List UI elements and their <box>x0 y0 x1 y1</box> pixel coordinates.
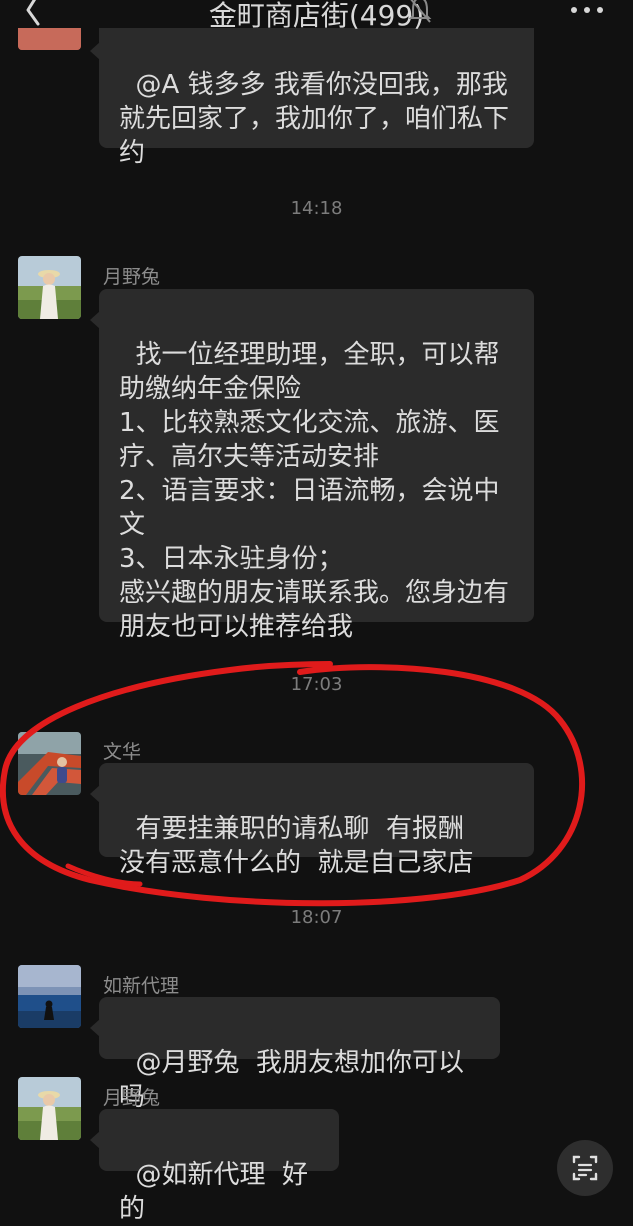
chat-header: 金町商店街(499) <box>0 0 633 32</box>
message-bubble[interactable]: @月野兔 我朋友想加你可以吗 <box>90 997 500 1112</box>
chevron-left-icon <box>26 0 40 26</box>
bell-off-icon <box>408 0 432 24</box>
message-bubble[interactable]: 有要挂兼职的请私聊 有报酬 没有恶意什么的 就是自己家店 <box>90 763 534 878</box>
message-bubble[interactable]: @如新代理 好的 <box>90 1109 339 1224</box>
back-button[interactable] <box>20 0 52 28</box>
message-text: 有要挂兼职的请私聊 有报酬 没有恶意什么的 就是自己家店 <box>119 814 498 878</box>
sender-name: 月野兔 <box>103 266 161 288</box>
timestamp: 18:07 <box>290 907 343 928</box>
message-text: @如新代理 好的 <box>119 1160 309 1224</box>
chat-title: 金町商店街(499) <box>208 0 425 32</box>
scan-text-button[interactable] <box>557 1140 613 1196</box>
message-text: @A 钱多多 我看你没回我，那我就先回家了，我加你了，咱们私下约 <box>119 70 510 168</box>
sender-name: 如新代理 <box>103 975 180 997</box>
avatar[interactable] <box>18 732 81 795</box>
more-button[interactable] <box>566 0 610 28</box>
avatar[interactable] <box>18 256 81 319</box>
avatar[interactable] <box>18 965 81 1028</box>
more-horizontal-icon <box>571 7 603 13</box>
timestamp: 17:03 <box>290 674 343 695</box>
message-text: @月野兔 我朋友想加你可以吗 <box>119 1048 465 1112</box>
scan-text-icon <box>572 1155 598 1181</box>
timestamp: 14:18 <box>290 198 343 219</box>
message-text: 找一位经理助理，全职，可以帮助缴纳年金保险 1、比较熟悉文化交流、旅游、医疗、高… <box>119 340 510 642</box>
message-bubble[interactable]: @A 钱多多 我看你没回我，那我就先回家了，我加你了，咱们私下约 <box>90 20 534 168</box>
avatar[interactable] <box>18 1077 81 1140</box>
sender-name: 文华 <box>103 741 142 763</box>
sender-name: 月野兔 <box>103 1087 161 1109</box>
message-bubble[interactable]: 找一位经理助理，全职，可以帮助缴纳年金保险 1、比较熟悉文化交流、旅游、医疗、高… <box>90 289 534 642</box>
